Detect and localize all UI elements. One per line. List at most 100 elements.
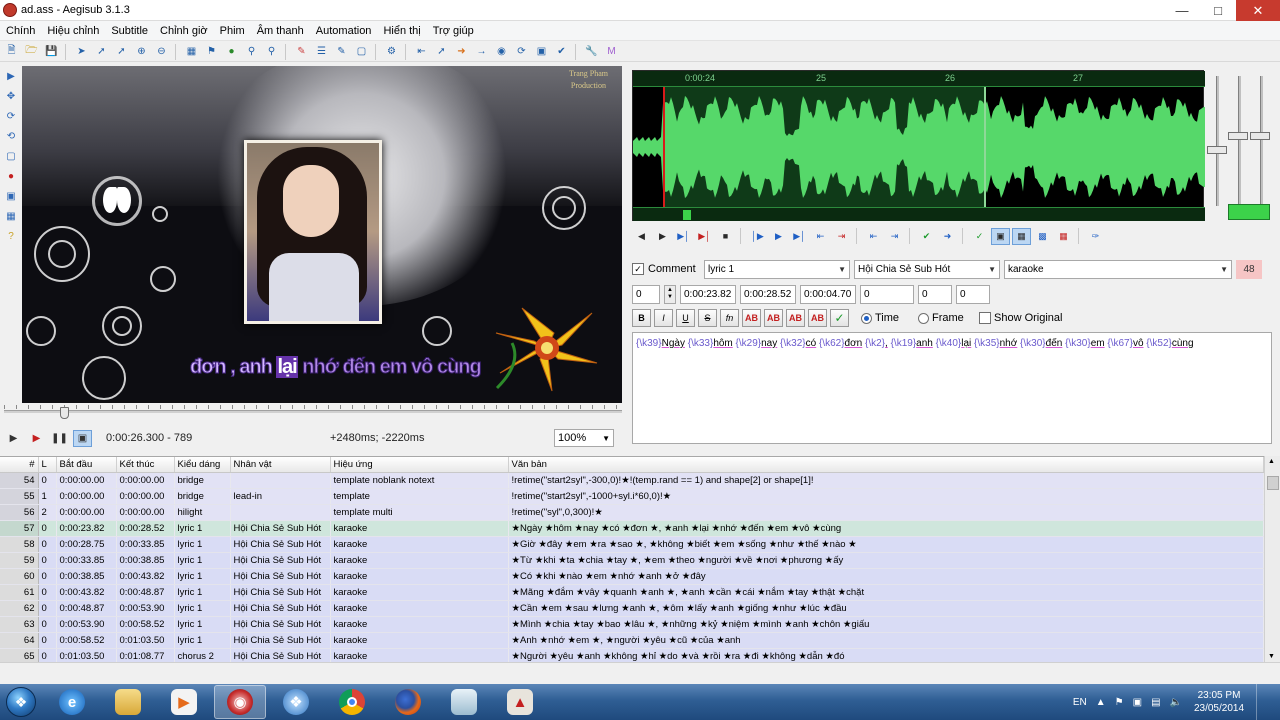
audio-volume-thumb[interactable] — [1228, 132, 1248, 140]
spectrum-icon[interactable]: ▦ — [1012, 227, 1031, 245]
layer-spinner[interactable]: ▲ ▼ — [664, 284, 676, 304]
properties-icon[interactable]: ▦ — [182, 43, 201, 60]
fonts-collector-icon[interactable]: ⚑ — [202, 43, 221, 60]
leadout-icon[interactable]: ⇥ — [885, 228, 904, 245]
help-icon[interactable]: ? — [2, 228, 20, 244]
duration-field[interactable]: 0:00:04.70 — [800, 284, 856, 304]
margin-left-field[interactable]: 0 — [860, 284, 914, 304]
styles-manager-icon[interactable]: ✎ — [292, 43, 311, 60]
margin-right-field[interactable]: 0 — [918, 284, 952, 304]
menu-automation[interactable]: Automation — [310, 25, 378, 37]
autoscroll-icon[interactable]: ▣ — [73, 429, 92, 447]
bold-button[interactable]: B — [632, 309, 651, 327]
taskbar-ie[interactable]: e — [46, 685, 98, 719]
menu-chinh[interactable]: Chính — [0, 25, 41, 37]
start-time-field[interactable]: 0:00:23.82 — [680, 284, 736, 304]
header-start[interactable]: Bắt đầu — [56, 457, 117, 473]
subtitle-row[interactable]: 62 0 0:00:48.87 0:00:53.90 lyric 1 Hội Chia S… — [0, 600, 1264, 617]
volume-icon[interactable]: 🔈 — [1170, 697, 1182, 708]
outline-color-button[interactable]: AB — [786, 309, 805, 327]
menu-phim[interactable]: Phim — [214, 25, 251, 37]
subtitle-text-editor[interactable]: {\k39}Ngày {\k33}hôm {\k29}nay {\k32}có … — [632, 332, 1272, 444]
taskbar-firefox[interactable] — [382, 685, 434, 719]
action-center-icon[interactable]: ⚑ — [1115, 697, 1124, 708]
check-icon[interactable]: ✔ — [552, 43, 571, 60]
end-time-field[interactable]: 0:00:28.52 — [740, 284, 796, 304]
video-position[interactable]: 0:00:26.300 - 789 — [106, 432, 326, 444]
subtitle-row[interactable]: 59 0 0:00:33.85 0:00:38.85 lyric 1 Hội Chia S… — [0, 552, 1264, 569]
vector-clip-icon[interactable]: ▣ — [2, 188, 20, 204]
audio-horizontal-zoom-thumb[interactable] — [1250, 132, 1270, 140]
layer-field[interactable]: 0 — [632, 284, 660, 304]
commit-button[interactable]: ✓ — [830, 309, 849, 327]
menu-subtitle[interactable]: Subtitle — [105, 25, 154, 37]
header-layer[interactable]: L — [38, 457, 57, 473]
play-selection-icon[interactable]: ▶│ — [674, 228, 693, 245]
show-original-checkbox[interactable] — [979, 312, 991, 324]
automation-icon[interactable]: ⚙ — [382, 43, 401, 60]
save-icon[interactable]: 💾 — [42, 43, 61, 60]
play-to-end-icon[interactable]: ⇥ — [832, 228, 851, 245]
autocommit-icon[interactable]: ✓ — [970, 228, 989, 245]
rotate-xy-icon[interactable]: ⟲ — [2, 128, 20, 144]
margin-vertical-field[interactable]: 0 — [956, 284, 990, 304]
audio-link-toggle[interactable] — [1228, 204, 1270, 220]
time-radio[interactable] — [861, 312, 872, 324]
subtitle-row[interactable]: 57 0 0:00:23.82 0:00:28.52 lyric 1 Hội Chia S… — [0, 520, 1264, 537]
actor-select[interactable]: Hội Chia Sẻ Sub Hót ▼ — [854, 259, 1000, 279]
scale-tool-icon[interactable]: ▢ — [2, 148, 20, 164]
header-effect[interactable]: Hiệu ứng — [330, 457, 509, 473]
video-seek-slider[interactable] — [4, 405, 622, 419]
subtitle-row[interactable]: 60 0 0:00:38.85 0:00:43.82 lyric 1 Hội Chia S… — [0, 568, 1264, 585]
select-lines-icon[interactable]: → — [472, 43, 491, 60]
autoscroll-audio-icon[interactable]: ▣ — [991, 227, 1010, 245]
strikeout-button[interactable]: S — [698, 309, 717, 327]
find-icon[interactable]: ⚲ — [242, 43, 261, 60]
pause-icon[interactable]: ❚❚ — [50, 430, 69, 447]
select-visible-icon[interactable]: ▣ — [532, 43, 551, 60]
header-actor[interactable]: Nhân vật — [230, 457, 331, 473]
maximize-button[interactable]: □ — [1200, 0, 1236, 21]
close-button[interactable]: ✕ — [1236, 0, 1280, 21]
karaoke-mode-icon[interactable]: ▩ — [1033, 228, 1052, 245]
shift-times-icon[interactable]: ⇤ — [412, 43, 431, 60]
tray-clock[interactable]: 23:05 PM 23/05/2014 — [1191, 689, 1247, 715]
taskbar-aegisub[interactable]: ◉ — [214, 685, 266, 719]
minimize-button[interactable]: — — [1164, 0, 1200, 21]
play-icon[interactable]: ▶ — [4, 430, 23, 447]
primary-color-button[interactable]: AB — [742, 309, 761, 327]
translation-assistant-icon[interactable]: ✎ — [332, 43, 351, 60]
clip-tool-icon[interactable]: ● — [2, 168, 20, 184]
menu-chinh-gio[interactable]: Chỉnh giờ — [154, 25, 214, 37]
commit-icon[interactable]: ✔ — [917, 228, 936, 245]
subtitle-row[interactable]: 54 0 0:00:00.00 0:00:00.00 bridge template no… — [0, 472, 1264, 489]
next-line-icon[interactable]: ▶ — [653, 228, 672, 245]
play-current-line-icon[interactable]: ▶│ — [695, 228, 714, 245]
subtitle-row[interactable]: 56 2 0:00:00.00 0:00:00.00 hilight template m… — [0, 504, 1264, 521]
prev-line-icon[interactable]: ◀ — [632, 228, 651, 245]
taskbar-media-player[interactable]: ▶ — [158, 685, 210, 719]
zoom-out-icon[interactable]: ⊖ — [152, 43, 171, 60]
video-zoom-select[interactable]: 100% ▼ — [554, 429, 614, 447]
play-before-icon[interactable]: │▶ — [748, 228, 767, 245]
resample-icon[interactable]: ▢ — [352, 43, 371, 60]
taskbar-app-3[interactable]: ▲ — [494, 685, 546, 719]
taskbar-window-2[interactable] — [438, 685, 490, 719]
replace-icon[interactable]: ⚲ — [262, 43, 281, 60]
start-button[interactable]: ❖ — [0, 684, 42, 720]
tray-arrow-icon[interactable]: ▲ — [1096, 697, 1106, 708]
header-number[interactable]: # — [0, 457, 39, 473]
jump-to-icon[interactable]: ➤ — [72, 43, 91, 60]
subtitle-row[interactable]: 63 0 0:00:53.90 0:00:58.52 lyric 1 Hội Chia S… — [0, 616, 1264, 633]
effect-select[interactable]: karaoke ▼ — [1004, 259, 1232, 279]
medusa-icon[interactable]: ▦ — [1054, 228, 1073, 245]
frame-radio[interactable] — [918, 312, 929, 324]
menu-am-thanh[interactable]: Âm thanh — [251, 25, 310, 37]
open-file-icon[interactable]: 🗁 — [22, 43, 41, 60]
shadow-color-button[interactable]: AB — [808, 309, 827, 327]
subtitle-row[interactable]: 55 1 0:00:00.00 0:00:00.00 bridge lead-in temp… — [0, 488, 1264, 505]
bitmap-icon[interactable]: ▦ — [2, 208, 20, 224]
play-begin-icon[interactable]: ▶ — [769, 228, 788, 245]
comment-checkbox[interactable]: ✓ — [632, 263, 644, 275]
header-text[interactable]: Văn bản — [508, 457, 1264, 473]
